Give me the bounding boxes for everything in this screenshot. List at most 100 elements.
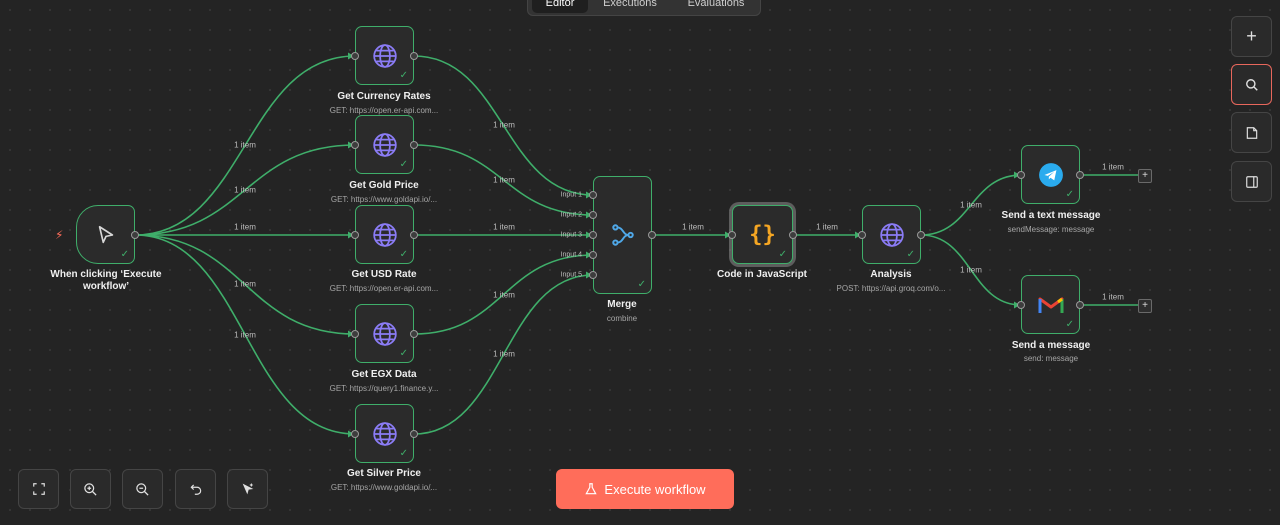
zoom-out-button[interactable] — [122, 469, 163, 509]
zoom-in-button[interactable] — [70, 469, 111, 509]
flask-icon — [585, 483, 598, 495]
sticky-note-icon — [1246, 126, 1257, 139]
input-handle[interactable] — [351, 52, 359, 60]
output-handle[interactable] — [1076, 301, 1084, 309]
undo-button[interactable] — [175, 469, 216, 509]
merge-node[interactable]: ✓ — [593, 176, 652, 294]
add-sticky-note-button[interactable] — [1231, 112, 1272, 153]
fit-view-button[interactable] — [18, 469, 59, 509]
edge-label: 1 item — [234, 185, 256, 195]
input-handle[interactable] — [589, 211, 597, 219]
merge-icon — [610, 222, 636, 248]
input-handle[interactable] — [351, 330, 359, 338]
workflow-canvas[interactable]: 1 item 1 item 1 item 1 item 1 item 1 ite… — [0, 0, 1280, 525]
output-handle[interactable] — [1076, 171, 1084, 179]
output-handle[interactable] — [648, 231, 656, 239]
toggle-panel-button[interactable] — [1231, 161, 1272, 202]
send-text-message-node[interactable]: ✓ — [1021, 145, 1080, 204]
execute-workflow-label: Execute workflow — [604, 481, 706, 497]
merge-input-label: Input 5 — [560, 271, 582, 279]
add-node-plus-icon[interactable]: + — [1138, 299, 1152, 313]
get-usd-rate-node[interactable]: ✓ — [355, 205, 414, 264]
code-braces-icon: {} — [749, 222, 776, 247]
node-title: Get Currency Rates — [337, 91, 431, 102]
get-gold-price-node[interactable]: ✓ — [355, 115, 414, 174]
edge-label: 1 item — [493, 175, 515, 185]
input-handle[interactable] — [1017, 301, 1025, 309]
tab-editor[interactable]: Editor — [532, 0, 588, 13]
code-in-javascript-node[interactable]: {} ✓ — [732, 205, 793, 264]
trigger-title-line: workflow’ — [82, 281, 130, 292]
globe-icon — [372, 132, 398, 158]
output-handle[interactable] — [410, 52, 418, 60]
edge-label: 1 item — [234, 140, 256, 150]
input-handle[interactable] — [589, 251, 597, 259]
merge-input-label: Input 3 — [560, 231, 582, 239]
get-currency-rates-node[interactable]: ✓ — [355, 26, 414, 85]
tab-executions[interactable]: Executions — [592, 0, 668, 13]
input-handle[interactable] — [589, 191, 597, 199]
node-subtitle: send: message — [1023, 354, 1079, 363]
node-title: Analysis — [870, 269, 912, 280]
input-handle[interactable] — [589, 231, 597, 239]
add-node-button[interactable]: + — [1231, 16, 1272, 57]
globe-icon — [372, 321, 398, 347]
get-silver-price-node[interactable]: ✓ — [355, 404, 414, 463]
input-handle[interactable] — [1017, 171, 1025, 179]
edge-label: 1 item — [493, 290, 515, 300]
input-handle[interactable] — [351, 231, 359, 239]
output-handle[interactable] — [789, 231, 797, 239]
globe-icon — [372, 43, 398, 69]
node-title: Get Silver Price — [347, 468, 421, 479]
node-subtitle: POST: https://api.groq.com/o... — [836, 284, 946, 293]
node-title: Send a message — [1011, 340, 1091, 351]
node-subtitle: GET: https://open.er-api.com... — [329, 284, 439, 293]
merge-input-label: Input 2 — [560, 211, 582, 219]
input-handle[interactable] — [728, 231, 736, 239]
fit-view-icon — [32, 483, 45, 495]
edge-label: 1 item — [960, 200, 982, 210]
send-message-node[interactable]: ✓ — [1021, 275, 1080, 334]
node-title: Merge — [607, 299, 637, 310]
edge-label: 1 item — [682, 222, 704, 232]
trigger-node[interactable]: ✓ — [76, 205, 135, 264]
edge-label: 1 item — [493, 120, 515, 130]
success-check-icon: ✓ — [778, 249, 787, 260]
trigger-title-line: When clicking ‘Execute — [50, 269, 162, 280]
search-icon — [1245, 78, 1258, 91]
input-handle[interactable] — [858, 231, 866, 239]
input-handle[interactable] — [351, 141, 359, 149]
output-handle[interactable] — [410, 231, 418, 239]
edge-label: 1 item — [234, 222, 256, 232]
tab-evaluations[interactable]: Evaluations — [674, 0, 758, 13]
trigger-bolt-icon: ⚡︎ — [55, 228, 64, 242]
input-handle[interactable] — [589, 271, 597, 279]
node-subtitle: sendMessage: message — [1007, 225, 1095, 234]
node-subtitle: combine — [606, 314, 638, 323]
success-check-icon: ✓ — [120, 249, 129, 260]
tidy-up-button[interactable] — [227, 469, 268, 509]
input-handle[interactable] — [351, 430, 359, 438]
node-subtitle: GET: https://open.er-api.com... — [329, 106, 439, 115]
node-subtitle: GET: https://www.goldapi.io/... — [330, 195, 438, 204]
analysis-node[interactable]: ✓ — [862, 205, 921, 264]
node-subtitle: GET: https://query1.finance.y... — [329, 384, 439, 393]
output-handle[interactable] — [410, 430, 418, 438]
search-nodes-button[interactable] — [1231, 64, 1272, 105]
node-title: Get EGX Data — [351, 369, 417, 380]
output-handle[interactable] — [410, 141, 418, 149]
edge-label: 1 item — [816, 222, 838, 232]
telegram-icon — [1038, 162, 1064, 188]
output-handle[interactable] — [917, 231, 925, 239]
tidy-up-icon — [242, 483, 253, 495]
output-handle[interactable] — [131, 231, 139, 239]
get-egx-data-node[interactable]: ✓ — [355, 304, 414, 363]
output-handle[interactable] — [410, 330, 418, 338]
execute-workflow-button[interactable]: Execute workflow — [556, 469, 734, 509]
add-node-plus-icon[interactable]: + — [1138, 169, 1152, 183]
success-check-icon: ✓ — [906, 249, 915, 260]
success-check-icon: ✓ — [1065, 319, 1074, 330]
view-tabs: Editor Executions Evaluations — [527, 0, 761, 16]
success-check-icon: ✓ — [399, 159, 408, 170]
panel-toggle-icon — [1245, 175, 1258, 188]
